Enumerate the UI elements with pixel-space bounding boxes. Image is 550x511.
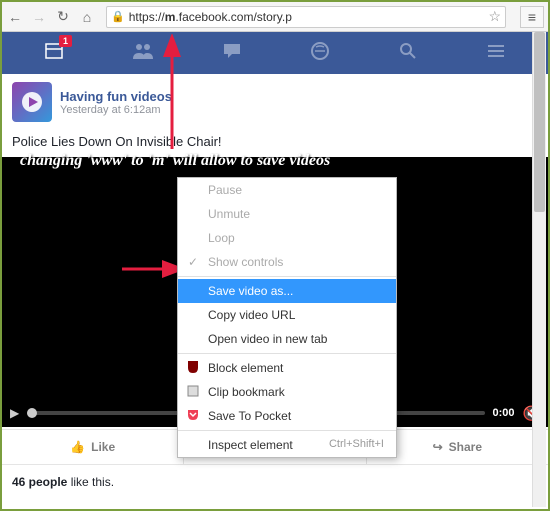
scrollbar[interactable]: [532, 32, 546, 507]
post-timestamp[interactable]: Yesterday at 6:12am: [60, 104, 172, 116]
menu-inspect[interactable]: Inspect elementCtrl+Shift+I: [178, 433, 396, 457]
ublock-icon: [186, 360, 200, 374]
browser-toolbar: ← → ↻ ⌂ 🔒 https://m.facebook.com/story.p…: [2, 2, 548, 32]
scroll-thumb[interactable]: [534, 32, 545, 212]
clip-icon: [186, 384, 200, 398]
menu-copy-url[interactable]: Copy video URL: [178, 303, 396, 327]
menu-clip-bookmark[interactable]: Clip bookmark: [178, 380, 396, 404]
search-icon[interactable]: [398, 41, 418, 66]
menu-unmute[interactable]: Unmute: [178, 202, 396, 226]
check-icon: ✓: [188, 255, 198, 269]
annotation-arrow-url: [157, 34, 187, 154]
post-header: Having fun videos Yesterday at 6:12am: [2, 74, 548, 130]
reload-button[interactable]: ↻: [54, 8, 72, 26]
messages-icon[interactable]: [222, 42, 242, 65]
page-name[interactable]: Having fun videos: [60, 89, 172, 104]
menu-loop[interactable]: Loop: [178, 226, 396, 250]
menu-open-new-tab[interactable]: Open video in new tab: [178, 327, 396, 351]
menu-save-pocket[interactable]: Save To Pocket: [178, 404, 396, 428]
menu-separator: [178, 276, 396, 277]
page-avatar[interactable]: [12, 82, 52, 122]
progress-thumb[interactable]: [27, 408, 37, 418]
bookmark-star-icon[interactable]: ☆: [488, 8, 501, 25]
menu-separator: [178, 430, 396, 431]
menu-block-element[interactable]: Block element: [178, 356, 396, 380]
menu-shortcut: Ctrl+Shift+I: [329, 438, 384, 450]
menu-separator: [178, 353, 396, 354]
notification-badge: 1: [59, 35, 72, 47]
like-icon: 👍: [70, 440, 85, 454]
post-meta: Having fun videos Yesterday at 6:12am: [60, 89, 172, 116]
time-display: 0:00: [493, 407, 515, 419]
friends-icon[interactable]: [132, 42, 154, 65]
url-text: https://m.facebook.com/story.p: [129, 10, 292, 24]
like-button[interactable]: 👍Like: [2, 430, 184, 464]
share-icon: ↪: [433, 440, 443, 454]
home-button[interactable]: ⌂: [78, 8, 96, 26]
menu-pause[interactable]: Pause: [178, 178, 396, 202]
feed-icon[interactable]: 1: [44, 41, 64, 66]
facebook-header: 1: [2, 32, 548, 74]
browser-menu-button[interactable]: ≡: [520, 6, 544, 28]
lock-icon: 🔒: [111, 10, 125, 23]
back-button[interactable]: ←: [6, 8, 24, 26]
pocket-icon: [186, 408, 200, 422]
forward-button[interactable]: →: [30, 8, 48, 26]
url-bar[interactable]: 🔒 https://m.facebook.com/story.p ☆: [106, 6, 506, 28]
context-menu: Pause Unmute Loop ✓Show controls Save vi…: [177, 177, 397, 458]
play-button[interactable]: ▶: [10, 406, 19, 420]
like-count[interactable]: 46 people like this.: [2, 465, 548, 499]
menu-show-controls[interactable]: ✓Show controls: [178, 250, 396, 274]
menu-save-video[interactable]: Save video as...: [178, 279, 396, 303]
menu-icon[interactable]: [486, 43, 506, 64]
notifications-icon[interactable]: [310, 41, 330, 66]
